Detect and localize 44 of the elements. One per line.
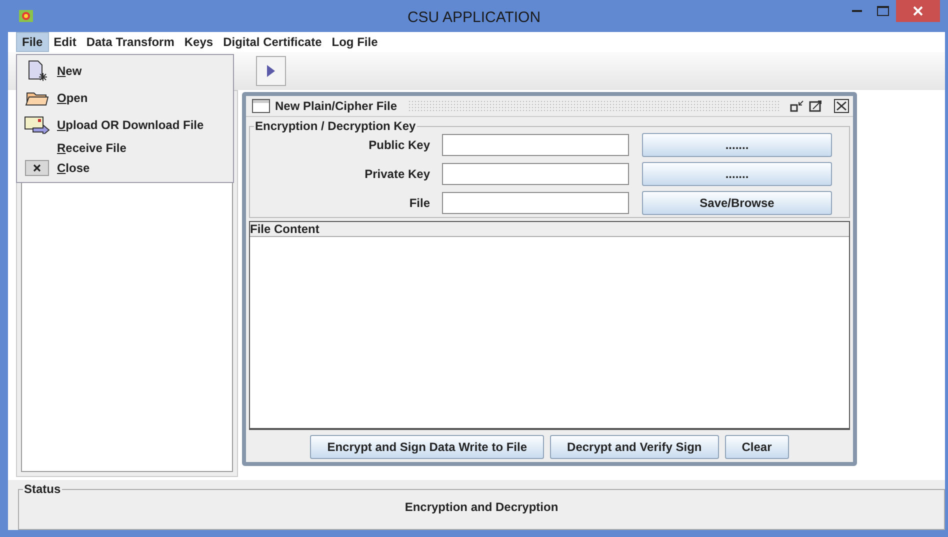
menu-item[interactable]: File bbox=[16, 32, 49, 52]
action-button[interactable]: Encrypt and Sign Data Write to File bbox=[310, 435, 544, 459]
browse-button[interactable]: ....... bbox=[642, 162, 832, 186]
group-title: Encryption / Decryption Key bbox=[254, 119, 417, 133]
maximize-icon bbox=[877, 6, 889, 16]
menu-item[interactable]: Data Transform bbox=[81, 33, 180, 51]
menu-item[interactable]: Receive File bbox=[57, 141, 126, 155]
frame-title: New Plain/Cipher File bbox=[275, 99, 398, 113]
input-field[interactable] bbox=[442, 192, 629, 214]
browse-button[interactable]: ....... bbox=[642, 133, 832, 157]
maximize-icon[interactable] bbox=[809, 100, 823, 112]
status-text: Encryption and Decryption bbox=[404, 500, 560, 514]
field-label: File bbox=[408, 196, 431, 210]
window-title: CSU APPLICATION bbox=[407, 9, 541, 26]
close-icon bbox=[25, 160, 49, 176]
play-icon bbox=[267, 65, 275, 77]
close-icon[interactable] bbox=[834, 99, 849, 113]
restore-icon[interactable] bbox=[790, 100, 804, 112]
field-label: Public Key bbox=[368, 138, 431, 152]
menu-item[interactable]: Close bbox=[57, 161, 90, 175]
section-title: File Content bbox=[250, 222, 320, 236]
close-icon bbox=[913, 6, 923, 16]
input-field[interactable] bbox=[442, 134, 629, 156]
folder-icon bbox=[25, 90, 49, 106]
menu-item[interactable]: Digital Certificate bbox=[218, 33, 327, 51]
menu-item[interactable]: Open bbox=[57, 90, 88, 104]
action-button[interactable]: Decrypt and Verify Sign bbox=[550, 435, 719, 459]
menu-item[interactable]: New bbox=[57, 64, 82, 78]
app-icon bbox=[18, 9, 34, 23]
menu-item[interactable]: Keys bbox=[179, 33, 218, 51]
status-title: Status bbox=[23, 482, 62, 496]
run-button[interactable] bbox=[256, 56, 286, 86]
browse-button[interactable]: Save/Browse bbox=[642, 191, 832, 215]
minimize-icon bbox=[852, 10, 862, 12]
menu-item[interactable]: Edit bbox=[48, 33, 82, 51]
menu-item[interactable]: Upload OR Download File bbox=[57, 118, 204, 132]
input-field[interactable] bbox=[442, 163, 629, 185]
envelope-arrow-icon bbox=[24, 116, 50, 134]
menu-item[interactable]: Log File bbox=[326, 33, 383, 51]
window-icon bbox=[252, 99, 270, 113]
field-label: Private Key bbox=[364, 167, 431, 181]
close-button[interactable] bbox=[896, 0, 940, 22]
action-button[interactable]: Clear bbox=[724, 435, 789, 459]
new-document-icon bbox=[26, 60, 48, 82]
